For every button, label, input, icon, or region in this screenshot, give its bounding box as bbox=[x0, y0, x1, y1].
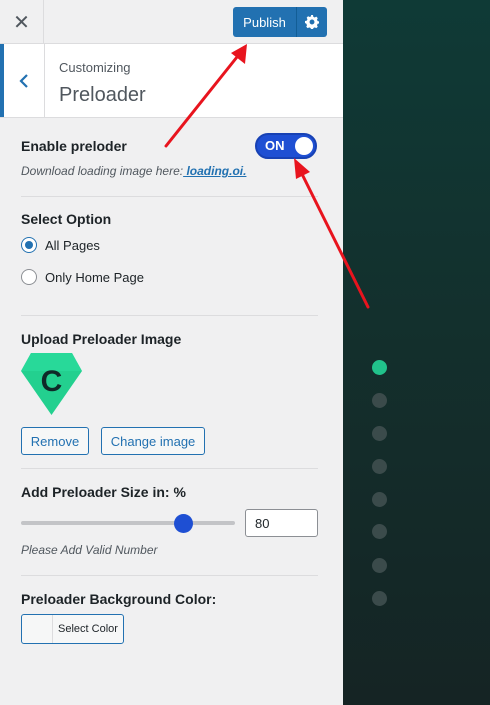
size-number-input[interactable] bbox=[245, 509, 318, 537]
radio-button[interactable] bbox=[21, 269, 37, 285]
pagination-dot[interactable] bbox=[372, 393, 387, 408]
enable-preloader-label: Enable preloder bbox=[21, 138, 127, 154]
divider bbox=[21, 575, 318, 576]
divider bbox=[21, 315, 318, 316]
upload-image-label: Upload Preloader Image bbox=[21, 331, 182, 347]
size-slider-thumb[interactable] bbox=[174, 514, 194, 533]
customizer-panel: ✕ Publish Customizing Preloader Enable p… bbox=[0, 0, 343, 705]
toggle-knob bbox=[295, 137, 313, 155]
size-slider-track[interactable] bbox=[21, 521, 235, 525]
pagination-dot-active[interactable] bbox=[372, 360, 387, 375]
toggle-state-text: ON bbox=[265, 138, 285, 153]
back-button[interactable] bbox=[0, 44, 45, 117]
breadcrumb: Customizing bbox=[59, 60, 131, 75]
pagination-dot[interactable] bbox=[372, 426, 387, 441]
customizer-topbar: ✕ Publish bbox=[0, 0, 343, 44]
divider bbox=[21, 468, 318, 469]
divider bbox=[21, 196, 318, 197]
publish-settings-button[interactable] bbox=[296, 7, 327, 37]
pagination-dot[interactable] bbox=[372, 492, 387, 507]
pagination-dot[interactable] bbox=[372, 524, 387, 539]
close-icon: ✕ bbox=[13, 11, 30, 34]
pagination-dot[interactable] bbox=[372, 459, 387, 474]
select-color-label: Select Color bbox=[58, 623, 118, 635]
select-option-label: Select Option bbox=[21, 211, 112, 227]
gear-icon bbox=[305, 15, 319, 29]
download-text: Download loading image here: bbox=[21, 164, 184, 178]
remove-button[interactable]: Remove bbox=[21, 427, 89, 455]
color-swatch bbox=[22, 615, 53, 643]
bg-color-label: Preloader Background Color: bbox=[21, 591, 217, 607]
pagination-dot[interactable] bbox=[372, 558, 387, 573]
radio-only-home-page[interactable]: Only Home Page bbox=[21, 269, 144, 285]
radio-button-checked[interactable] bbox=[21, 237, 37, 253]
pagination-dot[interactable] bbox=[372, 591, 387, 606]
size-hint: Please Add Valid Number bbox=[21, 543, 158, 557]
preloader-image-preview: C bbox=[21, 353, 82, 415]
close-button[interactable]: ✕ bbox=[0, 0, 44, 44]
publish-group: Publish bbox=[233, 7, 327, 37]
select-color-button[interactable]: Select Color bbox=[21, 614, 124, 644]
publish-button[interactable]: Publish bbox=[233, 7, 296, 37]
radio-all-pages[interactable]: All Pages bbox=[21, 237, 100, 253]
change-image-button[interactable]: Change image bbox=[101, 427, 205, 455]
radio-label: Only Home Page bbox=[45, 269, 144, 285]
enable-preloader-toggle[interactable]: ON bbox=[255, 133, 317, 159]
site-preview bbox=[343, 0, 490, 705]
section-title: Preloader bbox=[59, 84, 146, 106]
radio-label: All Pages bbox=[45, 237, 100, 253]
section-header: Customizing Preloader bbox=[0, 44, 343, 118]
chevron-left-icon bbox=[19, 73, 28, 88]
download-link[interactable]: loading.oi. bbox=[183, 164, 246, 178]
download-description: Download loading image here: loading.oi. bbox=[21, 164, 246, 178]
preloader-size-label: Add Preloader Size in: % bbox=[21, 484, 186, 500]
logo-letter: C bbox=[41, 365, 63, 398]
